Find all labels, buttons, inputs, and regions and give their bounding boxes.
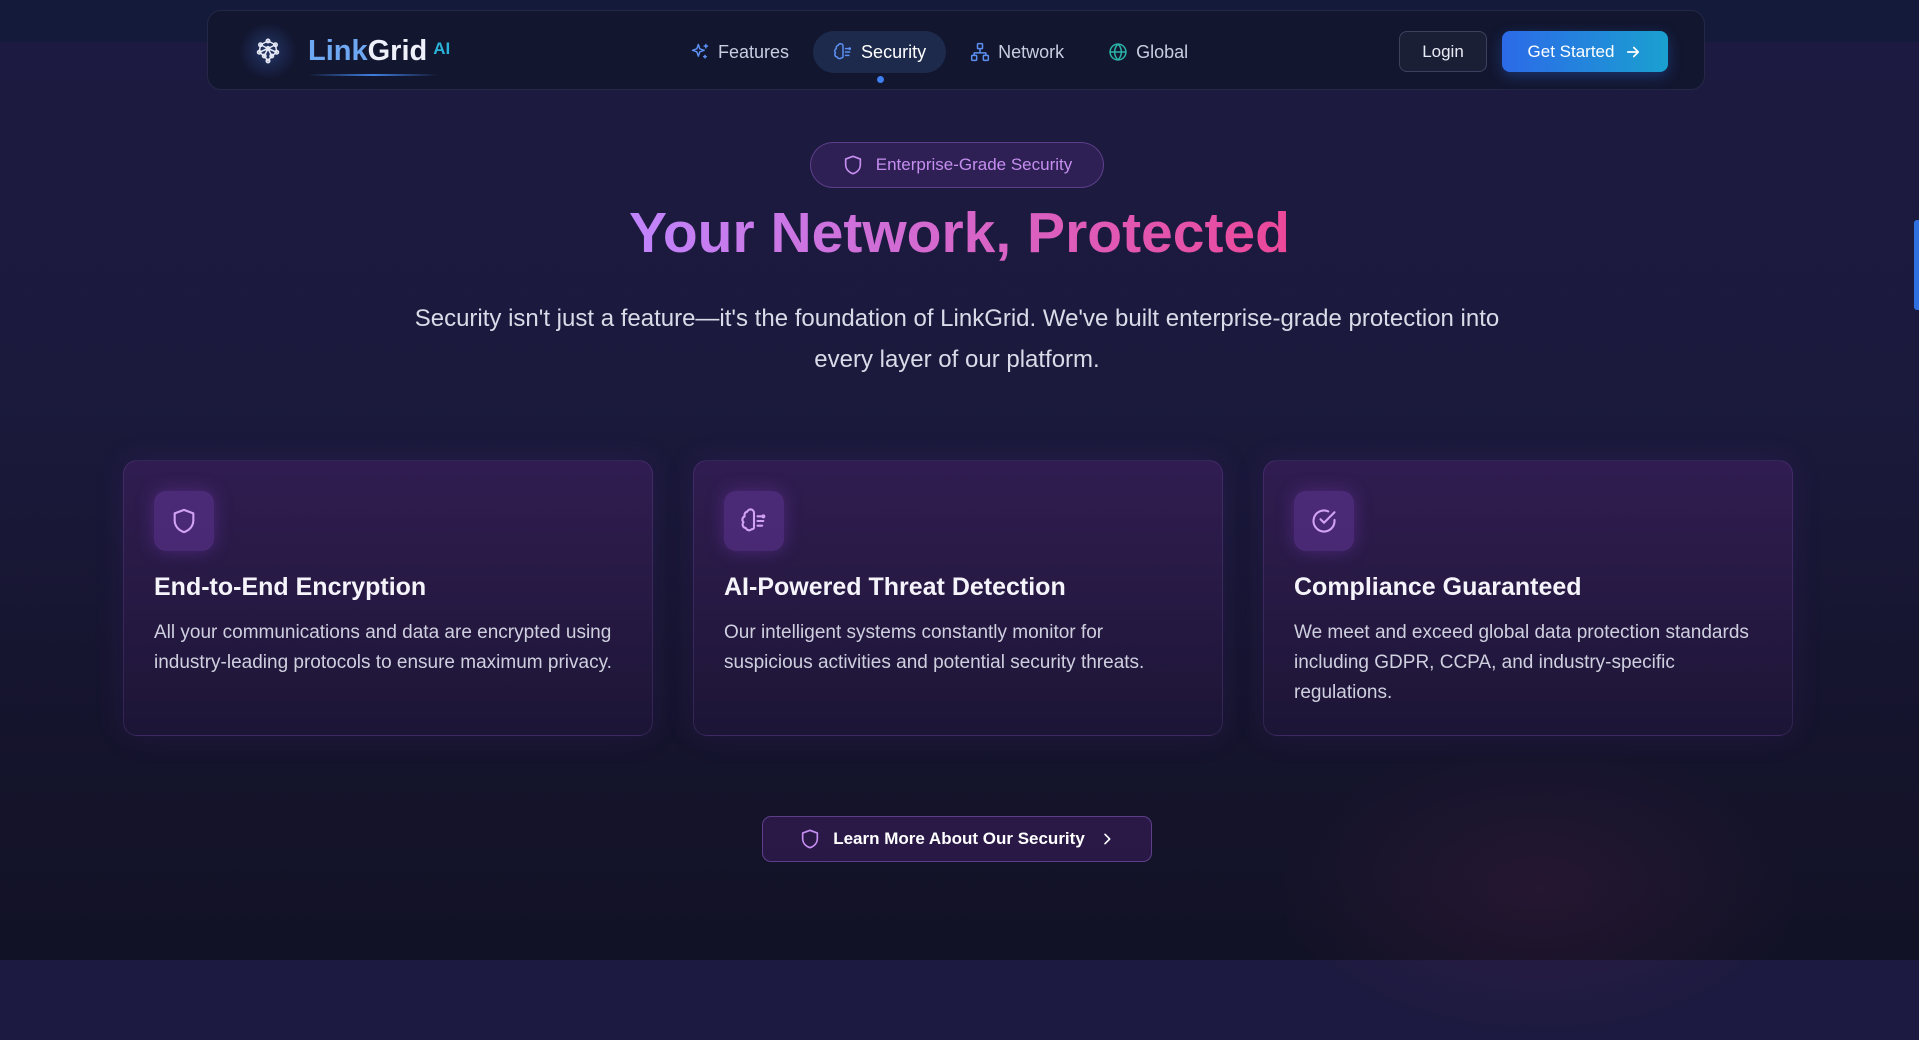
sparkles-icon	[691, 43, 709, 59]
card-title: AI-Powered Threat Detection	[724, 573, 1066, 601]
get-started-button[interactable]: Get Started	[1502, 31, 1668, 72]
learn-more-security-button[interactable]: Learn More About Our Security	[762, 816, 1152, 862]
nav-item-label: Network	[998, 41, 1065, 62]
card-description: All your communications and data are enc…	[154, 622, 612, 673]
network-icon	[970, 42, 990, 62]
brand-name-part1: Link	[308, 34, 368, 67]
feature-card-threat-detection: AI-Powered Threat Detection Our intellig…	[693, 460, 1223, 736]
nav-item-security[interactable]: Security	[813, 31, 947, 83]
card-icon-container	[1294, 491, 1354, 551]
page-title: Your Network, Protected	[629, 201, 1290, 265]
card-description: We meet and exceed global data protectio…	[1294, 622, 1749, 703]
nav-item-global[interactable]: Global	[1088, 31, 1208, 73]
feature-card-encryption: End-to-End Encryption All your communica…	[123, 460, 653, 736]
badge-label: Enterprise-Grade Security	[875, 155, 1073, 174]
nav-item-label: Features	[718, 41, 790, 62]
brain-logo-icon	[240, 23, 296, 79]
brain-icon	[834, 43, 852, 60]
get-started-label: Get Started	[1527, 41, 1615, 61]
shield-icon	[844, 155, 861, 175]
brain-icon	[741, 508, 766, 532]
nav-item-features[interactable]: Features	[670, 31, 809, 73]
nav-links: Features Security Network Global	[670, 31, 1212, 83]
chevron-right-icon	[1103, 833, 1111, 845]
card-title: Compliance Guaranteed	[1294, 573, 1582, 601]
active-indicator	[876, 76, 884, 83]
brand-underline	[308, 73, 438, 76]
shield-icon	[802, 829, 819, 849]
card-description: Our intelligent systems constantly monit…	[724, 622, 1145, 673]
card-icon-container	[154, 491, 214, 551]
security-badge: Enterprise-Grade Security	[810, 142, 1104, 188]
page-subtitle: Security isn't just a feature—it's the f…	[414, 305, 1500, 373]
brand-name-part2: Grid	[367, 34, 428, 67]
nav-item-label: Global	[1136, 41, 1189, 62]
background-glow	[1279, 740, 1799, 1040]
arrow-right-icon	[1627, 46, 1640, 57]
check-circle-icon	[1312, 509, 1336, 533]
globe-icon	[1109, 43, 1127, 61]
logo[interactable]: LinkGrid AI	[240, 23, 450, 79]
nav-item-label: Security	[861, 41, 927, 62]
feature-card-compliance: Compliance Guaranteed We meet and exceed…	[1263, 460, 1793, 736]
navbar: LinkGrid AI Features Security Network Gl…	[207, 10, 1705, 90]
nav-item-network[interactable]: Network	[950, 31, 1084, 73]
brand-suffix: AI	[433, 38, 451, 58]
shield-icon	[173, 508, 195, 534]
card-title: End-to-End Encryption	[154, 573, 427, 601]
brand-name: LinkGrid AI	[308, 34, 451, 76]
card-icon-container	[724, 491, 784, 551]
login-button[interactable]: Login	[1399, 31, 1487, 72]
scrollbar-thumb[interactable]	[1914, 220, 1919, 310]
learn-more-label: Learn More About Our Security	[833, 829, 1085, 848]
